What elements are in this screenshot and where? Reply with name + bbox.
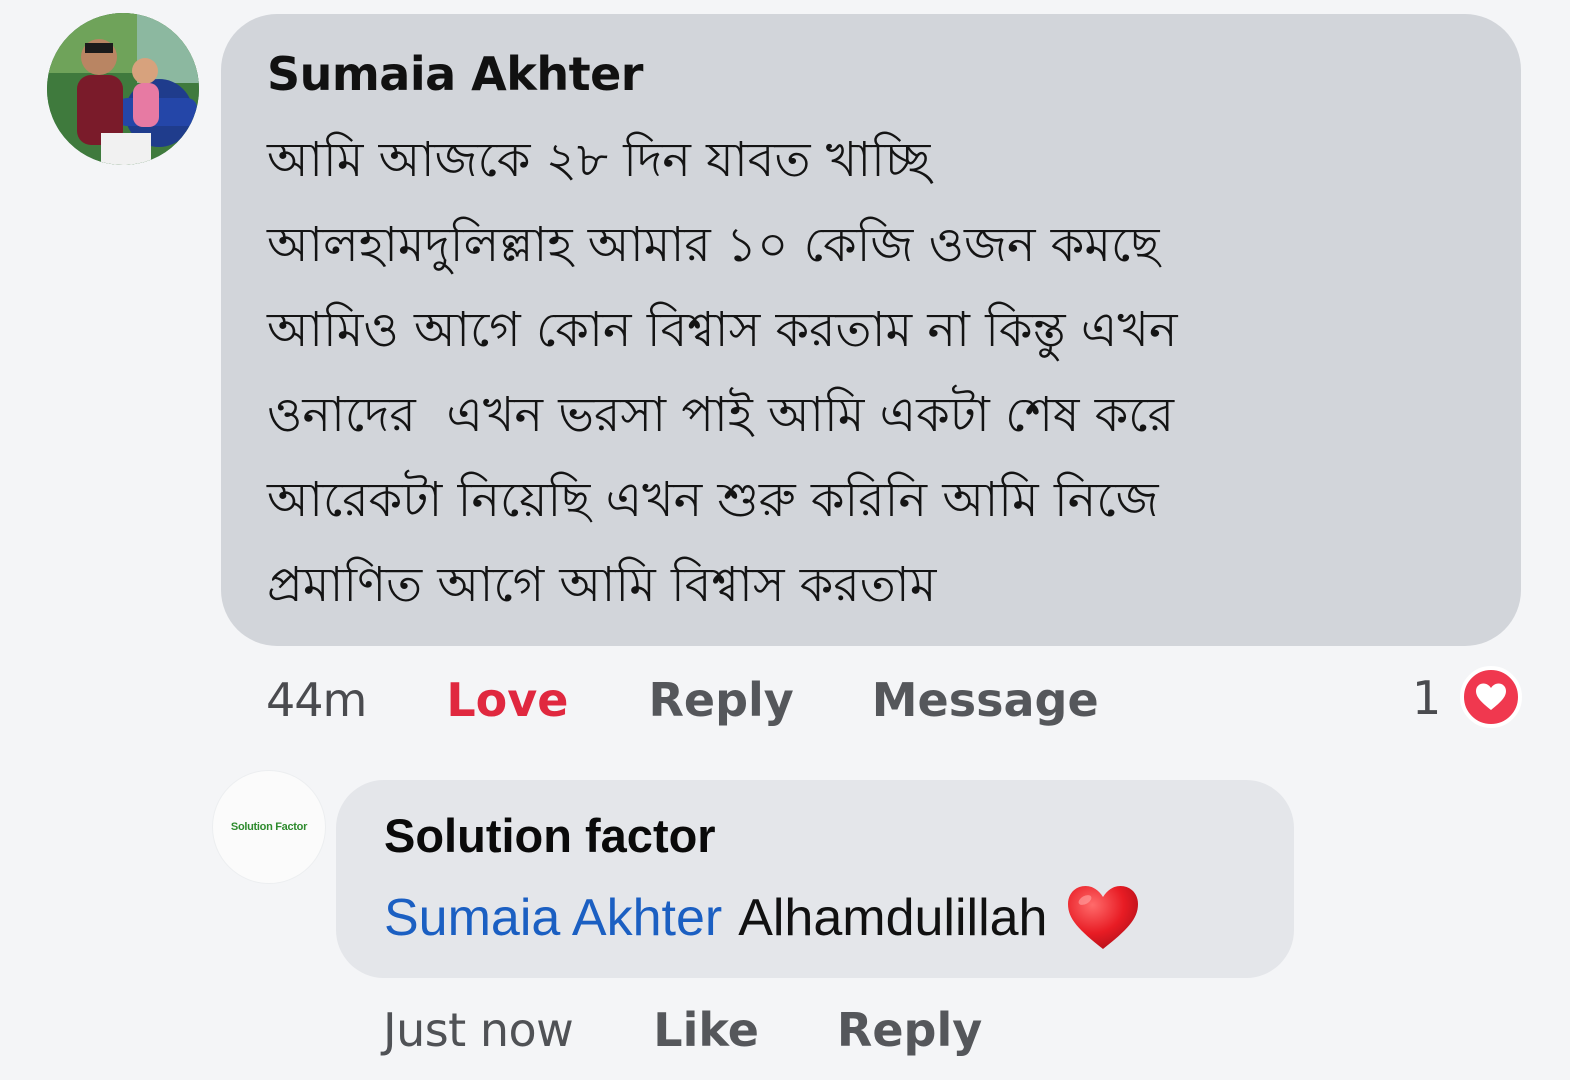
red-heart-icon [1065,884,1141,952]
reply-button[interactable]: Reply [648,673,793,727]
message-button[interactable]: Message [872,673,1099,727]
avatar[interactable] [47,13,199,165]
reply-bubble: Solution factor Sumaia Akhter Alhamdulil… [336,780,1294,978]
comment-timestamp[interactable]: 44m [266,673,367,727]
reply-timestamp[interactable]: Just now [383,1003,574,1057]
comment-text: আমি আজকে ২৮ দিন যাবত খাচ্ছি আলহামদুলিল্ল… [267,132,1178,613]
reaction-count[interactable]: 1 [1412,668,1441,728]
comment-actions: 44m Love Reply Message [266,670,1099,730]
mention-link[interactable]: Sumaia Akhter [384,888,722,948]
reply-author[interactable]: Solution factor [384,808,1254,864]
avatar-logo-text: Solution Factor [230,821,308,833]
comment-bubble: Sumaia Akhter আমি আজকে ২৮ দিন যাবত খাচ্ছ… [221,14,1521,646]
avatar-photo [47,13,199,165]
comment-author[interactable]: Sumaia Akhter [267,44,1481,104]
comment-thread: Sumaia Akhter আমি আজকে ২৮ দিন যাবত খাচ্ছ… [0,0,1570,1080]
like-button[interactable]: Like [653,1003,759,1057]
avatar[interactable]: Solution Factor [212,770,326,884]
reply-actions: Just now Like Reply [383,1000,982,1060]
reply-message: Alhamdulillah [738,889,1048,947]
heart-reaction-icon[interactable] [1460,666,1522,728]
reply-text: Sumaia Akhter Alhamdulillah [384,884,1254,952]
love-button[interactable]: Love [446,673,568,727]
reply-button[interactable]: Reply [837,1003,982,1057]
